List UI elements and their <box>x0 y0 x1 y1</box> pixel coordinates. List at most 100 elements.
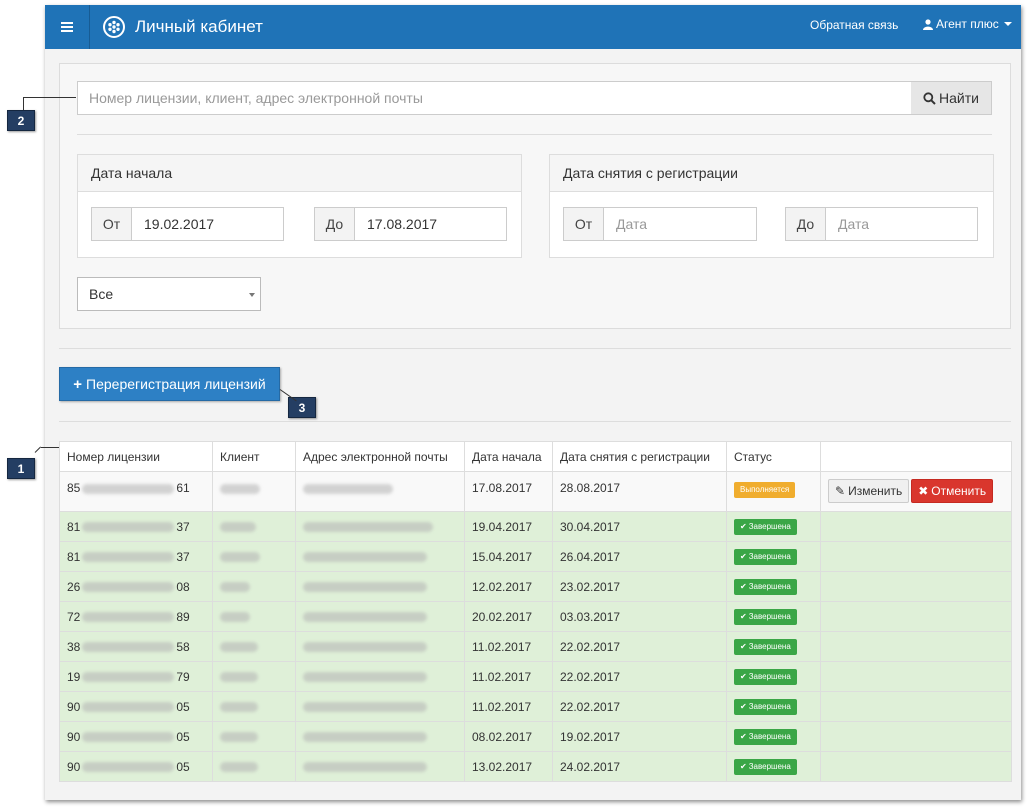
col-header-email[interactable]: Адрес электронной почты <box>295 441 465 472</box>
status-badge: ✔ Завершена <box>734 729 797 745</box>
start-date-cell: 08.02.2017 <box>464 721 553 752</box>
dereg-date-cell: 30.04.2017 <box>552 511 727 542</box>
email-cell <box>295 571 465 602</box>
check-icon: ✔ <box>740 642 747 651</box>
table-row[interactable]: 85 61 17.08.2017 28.08.2017 Выполняется ✎ Изме… <box>59 471 1012 512</box>
table-row[interactable]: 26 08 12.02.2017 23.02.2017 ✔ Завершена <box>59 571 1012 602</box>
start-date-cell: 20.02.2017 <box>464 601 553 632</box>
redacted-client <box>220 582 250 593</box>
table-row[interactable]: 72 89 20.02.2017 03.03.2017 ✔ Завершена <box>59 601 1012 632</box>
chevron-down-icon <box>1003 22 1012 26</box>
client-cell <box>212 691 296 722</box>
menu-toggle-button[interactable] <box>45 5 90 49</box>
status-select-value: Все <box>89 286 114 302</box>
table-row[interactable]: 81 37 15.04.2017 26.04.2017 ✔ Завершена <box>59 541 1012 572</box>
start-date-cell: 17.08.2017 <box>464 471 553 512</box>
table-row[interactable]: 90 05 13.02.2017 24.02.2017 ✔ Завершена <box>59 751 1012 782</box>
table-row[interactable]: 90 05 08.02.2017 19.02.2017 ✔ Завершена <box>59 721 1012 752</box>
start-date-from-field[interactable]: 19.02.2017 <box>132 208 283 240</box>
redacted-email <box>303 702 427 713</box>
rereg-licenses-button[interactable]: + Перерегистрация лицензий <box>59 367 280 401</box>
start-date-cell: 11.02.2017 <box>464 691 553 722</box>
status-badge: ✔ Завершена <box>734 519 797 535</box>
redacted-client <box>220 552 260 563</box>
redacted-client <box>220 702 258 713</box>
redacted-license <box>82 483 175 494</box>
divider <box>59 421 1011 422</box>
dereg-date-to-field[interactable]: Дата <box>826 208 977 240</box>
feedback-link[interactable]: Обратная связь <box>810 18 898 32</box>
license-number-suffix: 05 <box>176 729 190 744</box>
status-select[interactable]: Все <box>77 277 261 311</box>
app-window: Личный кабинет Обратная связь Агент плюс… <box>7 5 1021 800</box>
check-icon: ✔ <box>740 582 747 591</box>
status-text: Завершена <box>748 732 791 741</box>
license-number-suffix: 08 <box>176 579 190 594</box>
license-number-prefix: 90 <box>67 729 81 744</box>
license-number-prefix: 90 <box>67 699 81 714</box>
callout-line <box>23 97 24 110</box>
actions-cell <box>820 751 1012 782</box>
pencil-icon: ✎ <box>835 484 846 498</box>
check-icon: ✔ <box>740 702 747 711</box>
actions-cell <box>820 661 1012 692</box>
user-menu[interactable]: Агент плюс <box>923 17 1012 31</box>
status-badge: ✔ Завершена <box>734 759 797 775</box>
status-text: Завершена <box>748 552 791 561</box>
license-number-prefix: 19 <box>67 669 81 684</box>
redacted-client <box>220 672 258 683</box>
table-row[interactable]: 90 05 11.02.2017 22.02.2017 ✔ Завершена <box>59 691 1012 722</box>
dereg-date-to[interactable]: До Дата <box>785 207 978 241</box>
status-badge: ✔ Завершена <box>734 579 797 595</box>
license-number-prefix: 26 <box>67 579 81 594</box>
redacted-client <box>220 522 256 533</box>
redacted-email <box>303 672 427 683</box>
page-title: Личный кабинет <box>135 17 263 36</box>
brand[interactable]: Личный кабинет <box>103 5 263 49</box>
col-header-start[interactable]: Дата начала <box>464 441 553 472</box>
table-row[interactable]: 38 58 11.02.2017 22.02.2017 ✔ Завершена <box>59 631 1012 662</box>
license-number-cell: 19 79 <box>59 661 213 692</box>
license-number-prefix: 81 <box>67 549 81 564</box>
edit-button[interactable]: ✎ Изменить <box>828 479 910 503</box>
license-number-cell: 38 58 <box>59 631 213 662</box>
email-cell <box>295 541 465 572</box>
callout-line <box>23 97 76 98</box>
from-label: От <box>564 208 604 240</box>
license-number-cell: 81 37 <box>59 541 213 572</box>
col-header-license[interactable]: Номер лицензии <box>59 441 213 472</box>
table-row[interactable]: 81 37 19.04.2017 30.04.2017 ✔ Завершена <box>59 511 1012 542</box>
status-text: Завершена <box>748 582 791 591</box>
status-text: Завершена <box>748 642 791 651</box>
status-badge: ✔ Завершена <box>734 669 797 685</box>
status-text: Завершена <box>748 702 791 711</box>
table-row[interactable]: 19 79 11.02.2017 22.02.2017 ✔ Завершена <box>59 661 1012 692</box>
start-date-cell: 15.04.2017 <box>464 541 553 572</box>
license-table: Номер лицензии Клиент Адрес электронной … <box>59 441 1012 782</box>
user-name: Агент плюс <box>936 17 999 31</box>
dereg-date-cell: 22.02.2017 <box>552 661 727 692</box>
start-date-to-field[interactable]: 17.08.2017 <box>355 208 506 240</box>
col-header-client[interactable]: Клиент <box>212 441 296 472</box>
client-cell <box>212 661 296 692</box>
client-cell <box>212 751 296 782</box>
actions-cell <box>820 721 1012 752</box>
col-header-dereg[interactable]: Дата снятия с регистрации <box>552 441 727 472</box>
dereg-date-cell: 24.02.2017 <box>552 751 727 782</box>
status-cell: Выполняется <box>726 471 821 512</box>
col-header-status[interactable]: Статус <box>726 441 821 472</box>
start-date-from[interactable]: От 19.02.2017 <box>91 207 284 241</box>
search-input[interactable]: Номер лицензии, клиент, адрес электронно… <box>77 81 912 115</box>
dereg-date-from-field[interactable]: Дата <box>604 208 756 240</box>
redacted-email <box>303 522 433 533</box>
status-cell: ✔ Завершена <box>726 691 821 722</box>
license-number-prefix: 85 <box>67 481 81 495</box>
chevron-down-icon <box>249 293 255 297</box>
actions-cell <box>820 631 1012 662</box>
start-date-to[interactable]: До 17.08.2017 <box>314 207 507 241</box>
dereg-date-from[interactable]: От Дата <box>563 207 757 241</box>
filter-panel: Номер лицензии, клиент, адрес электронно… <box>59 63 1011 329</box>
cancel-button[interactable]: ✖ Отменить <box>911 479 994 503</box>
search-button[interactable]: Найти <box>911 81 992 115</box>
redacted-client <box>220 732 258 743</box>
